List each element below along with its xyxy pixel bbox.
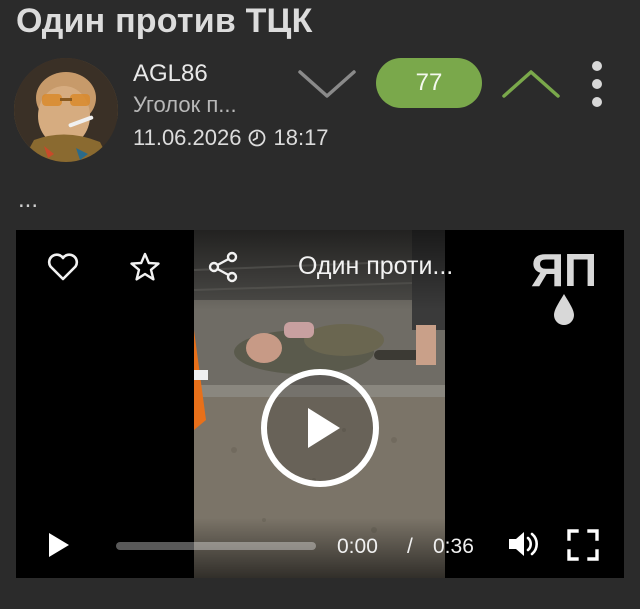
clock-icon <box>249 129 266 147</box>
duration: 0:36 <box>433 535 474 558</box>
star-icon[interactable] <box>128 250 162 284</box>
author-name[interactable]: AGL86 <box>133 60 208 88</box>
fullscreen-icon[interactable] <box>566 528 600 562</box>
play-icon[interactable] <box>44 530 72 560</box>
vote-up-icon[interactable] <box>500 64 562 104</box>
progress-bar[interactable] <box>116 542 316 550</box>
vote-down-icon[interactable] <box>296 64 358 104</box>
post-time: 18:17 <box>273 125 329 150</box>
post-body-text: ... <box>18 186 39 213</box>
video-player[interactable]: Один проти... ЯП 0:00 / 0:36 <box>16 230 624 578</box>
community-name[interactable]: Уголок п... <box>133 92 237 118</box>
volume-icon[interactable] <box>506 528 542 560</box>
heart-icon[interactable] <box>46 250 80 284</box>
current-time: 0:00 <box>337 535 378 558</box>
rating-badge: 77 <box>376 58 482 108</box>
more-options-icon[interactable] <box>584 58 610 110</box>
channel-logo: ЯП <box>531 244 597 325</box>
video-title: Один проти... <box>298 252 454 280</box>
time-separator: / <box>407 535 413 558</box>
avatar[interactable] <box>14 58 118 162</box>
avatar-image <box>14 58 118 162</box>
logo-text: ЯП <box>531 244 597 296</box>
post-meta: 11.06.2026 18:17 <box>133 125 329 151</box>
big-play-button[interactable] <box>260 368 380 488</box>
share-icon[interactable] <box>206 250 240 284</box>
post-date: 11.06.2026 <box>133 125 242 150</box>
post-title: Один против ТЦК <box>16 2 313 40</box>
